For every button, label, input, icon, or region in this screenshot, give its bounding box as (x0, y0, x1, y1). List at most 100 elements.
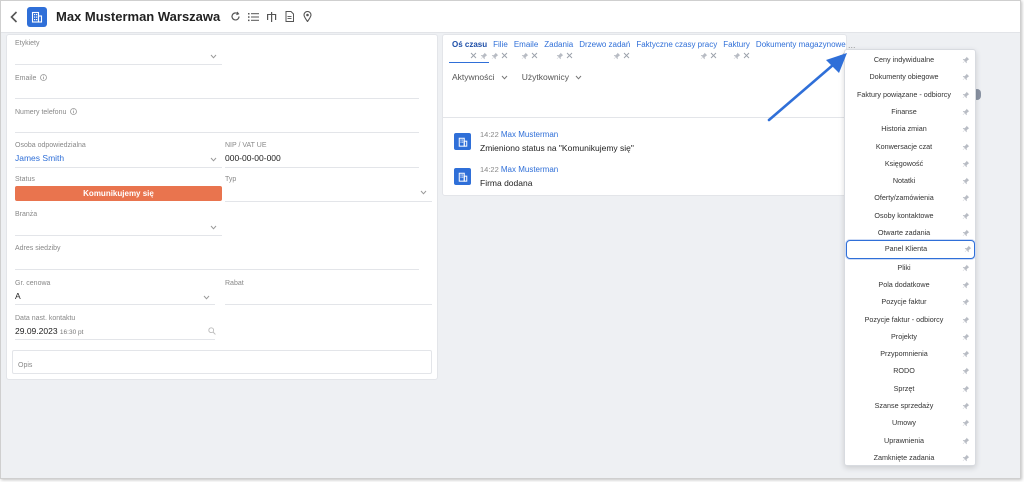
pin-icon[interactable] (962, 177, 970, 185)
pin-icon[interactable] (556, 52, 564, 60)
tab-item[interactable]: Dokumenty magazynowe (753, 40, 849, 62)
pin-icon[interactable] (962, 125, 970, 133)
document-icon[interactable] (284, 11, 295, 22)
tab-item[interactable]: Drzewo zadań (576, 40, 633, 62)
pin-icon[interactable] (962, 108, 970, 116)
pin-icon[interactable] (962, 350, 970, 358)
status-badge[interactable]: Komunikujemy się (15, 186, 222, 201)
pin-icon[interactable] (962, 91, 970, 99)
close-icon[interactable] (566, 52, 573, 59)
close-icon[interactable] (501, 52, 508, 59)
dropdown-item[interactable]: Panel Klienta (846, 240, 975, 260)
pin-icon[interactable] (962, 367, 970, 375)
pin-icon[interactable] (491, 52, 499, 60)
dropdown-item[interactable]: Historia zmian (845, 120, 975, 137)
timeline-author[interactable]: Max Musterman (501, 165, 558, 174)
pin-icon[interactable] (962, 143, 970, 151)
dropdown-item[interactable]: Faktury powiązane - odbiorcy (845, 86, 975, 103)
map-pin-icon[interactable] (302, 11, 313, 22)
tab-item[interactable]: Faktury (720, 40, 753, 62)
rabat-field[interactable]: Rabat (225, 280, 244, 287)
pin-icon[interactable] (964, 245, 972, 253)
numery-field[interactable]: Numery telefonu (15, 107, 77, 116)
pin-icon[interactable] (962, 194, 970, 202)
close-icon[interactable] (710, 52, 717, 59)
pin-icon[interactable] (962, 298, 970, 306)
dropdown-item[interactable]: Otwarte zadania (845, 224, 975, 241)
pin-icon[interactable] (962, 56, 970, 64)
dropdown-item[interactable]: Konwersacje czat (845, 138, 975, 155)
chevron-down-icon[interactable] (210, 54, 217, 59)
dropdown-item[interactable]: Notatki (845, 172, 975, 189)
uzytkownicy-filter[interactable]: Użytkownicy (522, 72, 582, 82)
pin-icon[interactable] (962, 385, 970, 393)
refresh-icon[interactable] (230, 11, 241, 22)
tab-item[interactable]: Filie (490, 40, 511, 62)
dropdown-item[interactable]: Pozycje faktur (845, 293, 975, 310)
typ-field[interactable]: Typ (225, 176, 236, 183)
pin-icon[interactable] (962, 212, 970, 220)
back-icon[interactable] (7, 10, 21, 24)
data-kontaktu-field[interactable]: Data nast. kontaktu 29.09.2023 16:30 pt (15, 315, 83, 336)
dropdown-item[interactable]: Szanse sprzedaży (845, 397, 975, 414)
pin-icon[interactable] (962, 229, 970, 237)
dropdown-item[interactable]: Pozycje faktur - odbiorcy (845, 311, 975, 328)
pin-icon[interactable] (521, 52, 529, 60)
chevron-down-icon[interactable] (210, 225, 217, 230)
list-icon[interactable] (248, 11, 260, 22)
timeline-author[interactable]: Max Musterman (501, 130, 558, 139)
gr-cenowa-field[interactable]: Gr. cenowa A (15, 280, 50, 301)
pin-icon[interactable] (962, 402, 970, 410)
dropdown-item[interactable]: Dokumenty obiegowe (845, 68, 975, 85)
tab-item[interactable]: Faktyczne czasy pracy (633, 40, 720, 62)
chevron-down-icon[interactable] (210, 157, 217, 162)
dropdown-item[interactable]: Uprawnienia (845, 432, 975, 449)
pin-icon[interactable] (962, 437, 970, 445)
dropdown-item[interactable]: RODO (845, 362, 975, 379)
aktywnosci-filter[interactable]: Aktywności (452, 72, 508, 82)
close-icon[interactable] (743, 52, 750, 59)
dropdown-item[interactable]: Umowy (845, 414, 975, 431)
pin-icon[interactable] (700, 52, 708, 60)
close-icon[interactable] (531, 52, 538, 59)
branza-field[interactable]: Branża (15, 211, 37, 218)
tab-item[interactable]: Emaile (511, 40, 541, 62)
clear-date-icon[interactable] (208, 327, 216, 335)
pin-icon[interactable] (962, 333, 970, 341)
tab-item[interactable]: Oś czasu (449, 40, 490, 62)
tab-item[interactable]: Zadania (541, 40, 576, 62)
dropdown-item[interactable]: Osoby kontaktowe (845, 207, 975, 224)
dropdown-item[interactable]: Oferty/zamówienia (845, 189, 975, 206)
opis-field[interactable]: Opis (12, 350, 432, 374)
pin-icon[interactable] (962, 264, 970, 272)
dropdown-item[interactable]: Projekty (845, 328, 975, 345)
dropdown-item[interactable]: Ceny indywidualne (845, 51, 975, 68)
dropdown-item[interactable]: Księgowość (845, 155, 975, 172)
close-icon[interactable] (470, 52, 477, 59)
pin-icon[interactable] (613, 52, 621, 60)
pin-icon[interactable] (733, 52, 741, 60)
osoba-field[interactable]: Osoba odpowiedzialna James Smith (15, 142, 86, 163)
close-icon[interactable] (623, 52, 630, 59)
emaile-field[interactable]: Emaile (15, 73, 47, 82)
nip-field[interactable]: NIP / VAT UE 000-00-00-000 (225, 142, 281, 163)
pin-icon[interactable] (962, 316, 970, 324)
pin-icon[interactable] (480, 52, 488, 60)
dropdown-item[interactable]: Finanse (845, 103, 975, 120)
osoba-value[interactable]: James Smith (15, 153, 86, 163)
dropdown-item[interactable]: Pola dodatkowe (845, 276, 975, 293)
dropdown-item[interactable]: Sprzęt (845, 380, 975, 397)
pin-icon[interactable] (962, 281, 970, 289)
pin-icon[interactable] (962, 454, 970, 462)
tree-icon[interactable] (266, 11, 277, 22)
pin-icon[interactable] (962, 73, 970, 81)
pin-icon[interactable] (962, 419, 970, 427)
chevron-down-icon[interactable] (420, 190, 427, 195)
pin-icon[interactable] (962, 160, 970, 168)
etykiety-field[interactable]: Etykiety (15, 40, 40, 47)
chevron-down-icon[interactable] (203, 295, 210, 300)
dropdown-item[interactable]: Zamknięte zadania (845, 449, 975, 466)
dropdown-item[interactable]: Pliki (845, 259, 975, 276)
adres-field[interactable]: Adres siedziby (15, 245, 61, 252)
dropdown-item[interactable]: Przypomnienia (845, 345, 975, 362)
